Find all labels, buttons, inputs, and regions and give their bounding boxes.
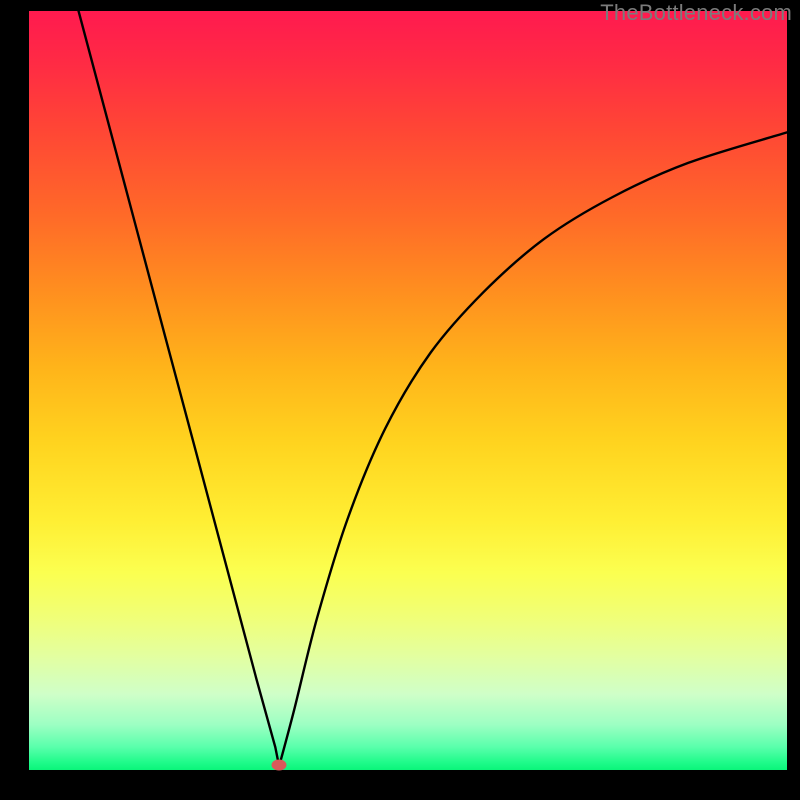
- chart-frame: TheBottleneck.com: [0, 0, 800, 800]
- optimum-marker: [272, 760, 287, 771]
- curve-path: [75, 11, 788, 766]
- watermark-text: TheBottleneck.com: [600, 0, 792, 26]
- plot-area: [29, 11, 787, 770]
- bottleneck-curve: [29, 11, 787, 770]
